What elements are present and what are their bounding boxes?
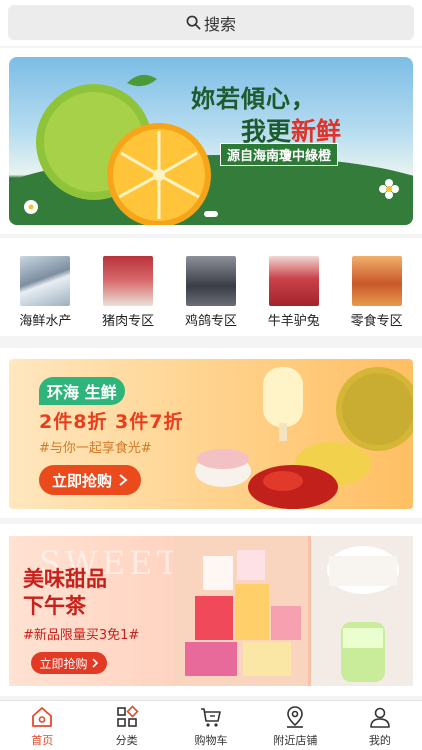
category-seafood[interactable]: 海鲜水产: [5, 238, 85, 336]
promo-buy-button[interactable]: 立即抢购: [39, 465, 141, 495]
dessert-title: 美味甜品 下午茶: [23, 566, 107, 620]
pager-dot-active[interactable]: [204, 211, 218, 217]
category-label: 海鲜水产: [19, 314, 72, 329]
tab-label: 首页: [31, 734, 54, 747]
category-pork[interactable]: 猪肉专区: [88, 238, 168, 336]
tab-nearby-stores[interactable]: 附近店铺: [253, 701, 337, 750]
app-page: 搜索 妳若傾心， 我更新鲜 源自海南瓊中綠橙 海鲜水产 猪肉专区 鸡鸽专区 牛羊…: [0, 0, 422, 750]
tab-label: 附近店铺: [273, 734, 318, 747]
tab-label: 分类: [115, 734, 138, 747]
tab-home[interactable]: 首页: [0, 701, 84, 750]
search-input[interactable]: 搜索: [8, 5, 414, 40]
promo-brand: 环海 生鲜: [39, 377, 125, 405]
orange-image: [24, 74, 211, 225]
category-label: 零食专区: [350, 314, 403, 329]
category-row: 海鲜水产 猪肉专区 鸡鸽专区 牛羊驴兔 零食专区: [0, 238, 422, 336]
dessert-title-line2: 下午茶: [23, 594, 86, 618]
category-snacks[interactable]: 零食专区: [337, 238, 417, 336]
home-icon: [32, 707, 53, 727]
banner-pager: [9, 211, 413, 217]
dessert-promo-banner[interactable]: SWEET 美味甜品 下午茶 #新品限量买3免1# 立即抢购: [9, 536, 413, 686]
hero-banner[interactable]: 妳若傾心， 我更新鲜 源自海南瓊中綠橙: [9, 57, 413, 225]
location-icon: [287, 706, 304, 728]
pork-image: [103, 256, 154, 306]
search-icon: [186, 15, 201, 30]
dessert-image: [173, 536, 413, 686]
flower-icon: [379, 179, 399, 199]
category-beef-mutton[interactable]: 牛羊驴兔: [254, 238, 334, 336]
bottom-tab-bar: 首页 分类 购物车 附近店铺 我的: [0, 700, 422, 750]
dessert-section: SWEET 美味甜品 下午茶 #新品限量买3免1# 立即抢购: [0, 524, 422, 696]
tab-category[interactable]: 分类: [84, 701, 168, 750]
food-image: [195, 367, 413, 509]
seafood-image: [20, 256, 71, 306]
banner-headline-1: 妳若傾心，: [191, 84, 316, 113]
category-label: 牛羊驴兔: [267, 314, 320, 329]
category-icon: [116, 705, 139, 727]
category-poultry[interactable]: 鸡鸽专区: [171, 238, 251, 336]
search-label: 搜索: [203, 14, 236, 34]
promo-section: 环海 生鲜 2件8折 3件7折 #与你一起享食光# 立即抢购: [0, 348, 422, 518]
category-label: 鸡鸽专区: [184, 314, 237, 329]
promo-tagline: #与你一起享食光#: [39, 441, 152, 456]
snacks-image: [351, 256, 402, 306]
dessert-buy-button[interactable]: 立即抢购: [31, 652, 107, 674]
banner-headline-2-highlight: 新鲜: [291, 117, 342, 146]
cart-icon: [201, 708, 221, 727]
promo-buy-label: 立即抢购: [51, 471, 112, 490]
tab-cart[interactable]: 购物车: [169, 701, 253, 750]
fresh-promo-banner[interactable]: 环海 生鲜 2件8折 3件7折 #与你一起享食光# 立即抢购: [9, 359, 413, 509]
dessert-title-line1: 美味甜品: [23, 567, 107, 591]
promo-deal: 2件8折 3件7折: [39, 411, 184, 433]
banner-section: 妳若傾心， 我更新鲜 源自海南瓊中綠橙: [0, 48, 422, 234]
tab-profile[interactable]: 我的: [338, 701, 422, 750]
chevron-right-icon: [119, 474, 128, 486]
banner-headline-2-prefix: 我更: [241, 117, 292, 146]
banner-subtitle: 源自海南瓊中綠橙: [220, 143, 339, 166]
beef-image: [268, 256, 319, 306]
category-label: 猪肉专区: [102, 314, 155, 329]
dessert-buy-label: 立即抢购: [39, 656, 88, 671]
search-bar: 搜索: [0, 0, 422, 46]
user-icon: [370, 707, 390, 728]
dessert-tagline: #新品限量买3免1#: [23, 628, 140, 643]
chevron-right-icon: [91, 658, 98, 668]
tab-label: 购物车: [194, 734, 228, 747]
tab-label: 我的: [368, 734, 391, 747]
poultry-image: [185, 256, 236, 306]
